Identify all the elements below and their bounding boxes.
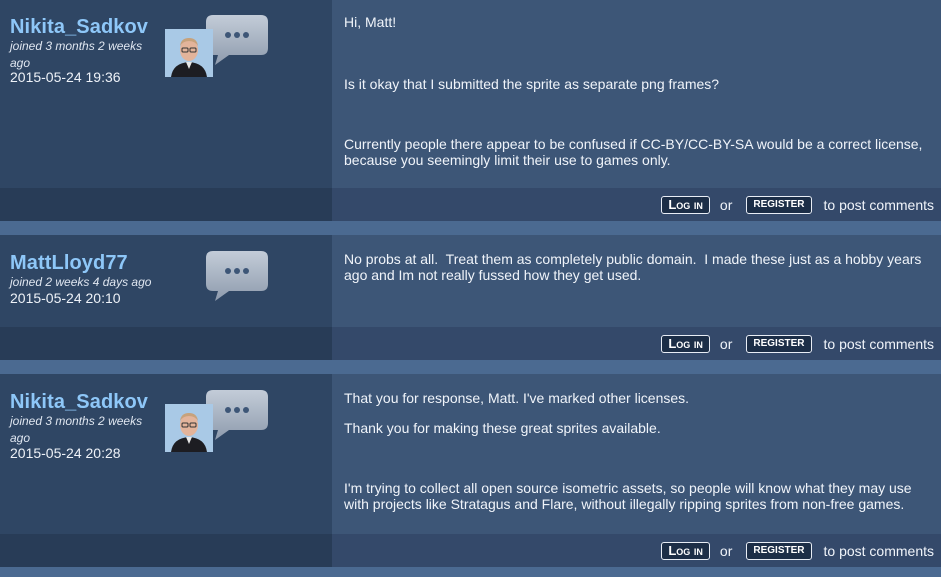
speech-bubble-icon	[205, 389, 269, 441]
comment: MattLloyd77 joined 2 weeks 4 days ago 20…	[0, 235, 941, 327]
or-text: or	[719, 542, 733, 559]
links-row-side	[0, 534, 332, 567]
comment-body: That you for response, Matt. I've marked…	[344, 390, 934, 512]
author-joined: joined 3 months 2 weeks ago	[10, 414, 143, 445]
links-row-side	[0, 188, 332, 221]
author-joined: joined 2 weeks 4 days ago	[10, 275, 152, 289]
comment-paragraph: That you for response, Matt. I've marked…	[344, 390, 690, 406]
post-comments-text: to post comments	[823, 196, 935, 213]
speech-bubble-icon	[205, 250, 269, 302]
author-joined: joined 3 months 2 weeks ago	[10, 39, 143, 70]
post-comments-links: Log in or register to post comments	[661, 334, 934, 353]
user-avatar[interactable]	[165, 29, 213, 77]
post-comments-text: to post comments	[823, 335, 935, 352]
author-name-link[interactable]: MattLloyd77	[10, 252, 128, 275]
comment-paragraph: Currently people there appear to be conf…	[344, 136, 923, 168]
user-avatar[interactable]	[165, 404, 213, 452]
register-button[interactable]: register	[746, 541, 812, 560]
comment-links-row: Log in or register to post comments	[0, 188, 941, 221]
speech-bubble-icon	[205, 14, 269, 66]
comment-paragraph: No probs at all. Treat them as completel…	[344, 251, 926, 283]
comment-paragraph: I'm trying to collect all open source is…	[344, 480, 912, 512]
comment-separator	[0, 567, 941, 577]
comment-paragraph: Thank you for making these great sprites…	[344, 420, 661, 436]
comment-separator	[0, 221, 941, 235]
comment-date: 2015-05-24 19:36	[10, 69, 121, 85]
author-name-link[interactable]: Nikita_Sadkov	[10, 16, 148, 39]
comment: Nikita_Sadkov joined 3 months 2 weeks ag…	[0, 0, 941, 188]
login-button[interactable]: Log in	[661, 541, 710, 560]
comment-links-row: Log in or register to post comments	[0, 534, 941, 567]
post-comments-links: Log in or register to post comments	[661, 541, 934, 560]
comment-date: 2015-05-24 20:10	[10, 290, 121, 306]
author-name-link[interactable]: Nikita_Sadkov	[10, 391, 148, 414]
comment-separator	[0, 360, 941, 374]
comment-links-row: Log in or register to post comments	[0, 327, 941, 360]
comment-body: Hi, Matt! Is it okay that I submitted th…	[344, 14, 934, 168]
login-button[interactable]: Log in	[661, 195, 710, 214]
login-button[interactable]: Log in	[661, 334, 710, 353]
comment: Nikita_Sadkov joined 3 months 2 weeks ag…	[0, 374, 941, 534]
post-comments-links: Log in or register to post comments	[661, 195, 934, 214]
or-text: or	[719, 335, 733, 352]
comment-date: 2015-05-24 20:28	[10, 445, 121, 461]
comment-body: No probs at all. Treat them as completel…	[344, 251, 934, 283]
post-comments-text: to post comments	[823, 542, 935, 559]
register-button[interactable]: register	[746, 334, 812, 353]
register-button[interactable]: register	[746, 195, 812, 214]
links-row-side	[0, 327, 332, 360]
comment-paragraph: Is it okay that I submitted the sprite a…	[344, 76, 720, 92]
comment-paragraph: Hi, Matt!	[344, 14, 397, 30]
or-text: or	[719, 196, 733, 213]
